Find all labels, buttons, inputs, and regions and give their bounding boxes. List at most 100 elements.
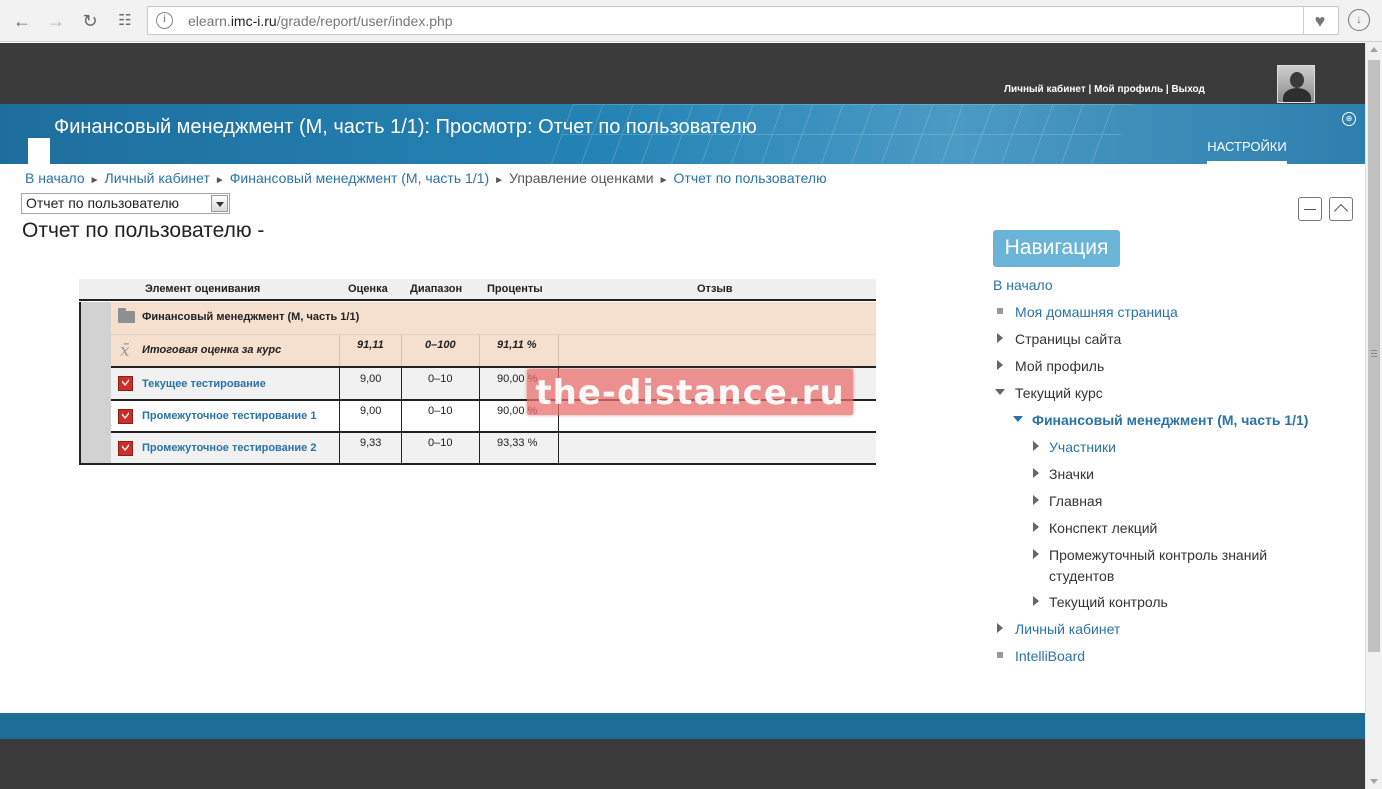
expand-arrow-icon[interactable] bbox=[1033, 495, 1039, 505]
chevron-up-icon bbox=[1333, 203, 1349, 219]
breadcrumb-separator: ► bbox=[658, 175, 669, 186]
dock-block-button[interactable] bbox=[1298, 197, 1322, 221]
column-header-grade: Оценка bbox=[348, 283, 388, 295]
report-heading: Отчет по пользователю - bbox=[22, 219, 265, 242]
column-header-feedback: Отзыв bbox=[697, 283, 733, 295]
nav-home-link[interactable]: В начало bbox=[993, 277, 1053, 293]
nav-item-participants[interactable]: Участники bbox=[1049, 439, 1116, 455]
globe-icon[interactable]: ⊕ bbox=[1342, 112, 1356, 126]
report-type-value: Отчет по пользователю bbox=[26, 195, 180, 211]
column-divider bbox=[479, 368, 480, 400]
scroll-thumb[interactable] bbox=[1368, 60, 1380, 652]
course-total-row: x̄ Итоговая оценка за курс 91,11 0–100 9… bbox=[111, 334, 876, 366]
range-value: 0–10 bbox=[428, 437, 453, 449]
grade-item-link[interactable]: Текущее тестирование bbox=[142, 378, 266, 390]
course-total-grade: 91,11 bbox=[357, 339, 384, 351]
breadcrumb-home[interactable]: В начало bbox=[25, 170, 85, 186]
page-title: Финансовый менеджмент (М, часть 1/1): Пр… bbox=[54, 116, 757, 138]
report-type-select[interactable]: Отчет по пользователю bbox=[21, 193, 230, 214]
course-total-percent: 91,11 % bbox=[497, 339, 537, 351]
nav-item-general[interactable]: Главная bbox=[1049, 493, 1102, 509]
chevron-down-icon[interactable] bbox=[211, 195, 228, 212]
page: ← → ↻ ☷ i elearn.imc-i.ru/grade/report/u… bbox=[0, 0, 1382, 789]
percent-value: 93,33 % bbox=[497, 437, 538, 449]
expand-arrow-icon[interactable] bbox=[1033, 549, 1039, 559]
back-icon[interactable]: ← bbox=[10, 9, 34, 33]
scroll-down-icon[interactable] bbox=[1370, 779, 1378, 784]
watermark-overlay: the-distance.ru bbox=[527, 369, 853, 415]
bullet-icon bbox=[997, 652, 1003, 658]
quiz-icon bbox=[118, 409, 133, 424]
expand-arrow-icon[interactable] bbox=[1033, 468, 1039, 478]
scroll-grip-icon bbox=[1371, 350, 1377, 351]
column-header-item: Элемент оценивания bbox=[145, 283, 261, 295]
grade-item-link[interactable]: Промежуточное тестирование 1 bbox=[142, 410, 316, 422]
page-scrollbar[interactable] bbox=[1365, 42, 1382, 789]
nav-item-lectures[interactable]: Конспект лекций bbox=[1049, 520, 1157, 536]
column-divider bbox=[339, 433, 340, 463]
breadcrumb-dashboard[interactable]: Личный кабинет bbox=[105, 170, 210, 186]
download-icon[interactable]: ↓ bbox=[1348, 9, 1370, 31]
breadcrumb-user-report[interactable]: Отчет по пользователю bbox=[674, 170, 827, 186]
column-divider bbox=[401, 335, 402, 366]
nav-item-dashboard[interactable]: Личный кабинет bbox=[1015, 621, 1120, 637]
expand-arrow-icon[interactable] bbox=[997, 333, 1003, 343]
column-divider bbox=[339, 401, 340, 432]
folder-icon bbox=[118, 308, 135, 323]
breadcrumb-separator: ► bbox=[89, 175, 100, 186]
nav-item-interim-control-line2[interactable]: студентов bbox=[1049, 568, 1114, 584]
table-header: Элемент оценивания Оценка Диапазон Проце… bbox=[79, 279, 876, 301]
column-header-range: Диапазон bbox=[410, 283, 463, 295]
range-value: 0–10 bbox=[428, 373, 453, 385]
forward-icon[interactable]: → bbox=[44, 9, 68, 33]
column-divider bbox=[479, 401, 480, 432]
column-divider bbox=[339, 335, 340, 366]
breadcrumb-course[interactable]: Финансовый менеджмент (М, часть 1/1) bbox=[230, 170, 489, 186]
user-menu-links[interactable]: Личный кабинет | Мой профиль | Выход bbox=[1004, 84, 1205, 95]
reload-icon[interactable]: ↻ bbox=[78, 9, 102, 33]
expand-arrow-icon[interactable] bbox=[1033, 522, 1039, 532]
site-info-icon[interactable]: i bbox=[156, 12, 173, 29]
minus-icon bbox=[1304, 209, 1316, 210]
breadcrumb-separator: ► bbox=[214, 175, 225, 186]
nav-item-current-control[interactable]: Текущий контроль bbox=[1049, 594, 1168, 610]
quiz-icon bbox=[118, 376, 133, 391]
column-divider bbox=[401, 401, 402, 432]
nav-item-my-home[interactable]: Моя домашняя страница bbox=[1015, 304, 1178, 320]
avatar[interactable] bbox=[1277, 65, 1315, 103]
column-divider bbox=[558, 335, 559, 366]
sigma-icon: x̄ bbox=[120, 341, 130, 361]
url-text[interactable]: elearn.imc-i.ru/grade/report/user/index.… bbox=[188, 13, 453, 29]
nav-item-my-profile[interactable]: Мой профиль bbox=[1015, 358, 1104, 374]
breadcrumb-grades: Управление оценками bbox=[509, 170, 654, 186]
quiz-icon bbox=[118, 441, 133, 456]
breadcrumb-separator: ► bbox=[494, 175, 505, 186]
expand-arrow-icon[interactable] bbox=[997, 623, 1003, 633]
collapse-block-button[interactable] bbox=[1329, 197, 1353, 221]
logo bbox=[28, 138, 50, 164]
collapse-arrow-icon[interactable] bbox=[1013, 416, 1023, 422]
scroll-up-icon[interactable] bbox=[1370, 47, 1378, 52]
heart-icon[interactable]: ♥ bbox=[1309, 10, 1331, 32]
nav-item-badges[interactable]: Значки bbox=[1049, 466, 1094, 482]
grade-item-link[interactable]: Промежуточное тестирование 2 bbox=[142, 442, 316, 454]
expand-arrow-icon[interactable] bbox=[1033, 596, 1039, 606]
address-bar[interactable]: i elearn.imc-i.ru/grade/report/user/inde… bbox=[147, 6, 1339, 35]
column-divider bbox=[558, 433, 559, 463]
nav-item-site-pages[interactable]: Страницы сайта bbox=[1015, 331, 1121, 347]
expand-arrow-icon[interactable] bbox=[997, 360, 1003, 370]
nav-item-interim-control[interactable]: Промежуточный контроль знаний bbox=[1049, 547, 1267, 563]
collapse-arrow-icon[interactable] bbox=[995, 389, 1005, 395]
grade-value: 9,33 bbox=[360, 437, 382, 449]
expand-arrow-icon[interactable] bbox=[1033, 441, 1039, 451]
column-divider bbox=[479, 433, 480, 463]
navigation-block-title[interactable]: Навигация bbox=[993, 230, 1120, 267]
nav-item-intelliboard[interactable]: IntelliBoard bbox=[1015, 648, 1085, 664]
tab-settings[interactable]: НАСТРОЙКИ bbox=[1207, 138, 1287, 164]
table-row: Промежуточное тестирование 2 9,33 0–10 9… bbox=[111, 431, 876, 463]
nav-item-course[interactable]: Финансовый менеджмент (М, часть 1/1) bbox=[1032, 412, 1308, 428]
apps-grid-icon[interactable]: ☷ bbox=[113, 9, 137, 33]
nav-item-current-course[interactable]: Текущий курс bbox=[1015, 385, 1103, 401]
column-divider bbox=[401, 368, 402, 400]
range-value: 0–10 bbox=[428, 405, 453, 417]
